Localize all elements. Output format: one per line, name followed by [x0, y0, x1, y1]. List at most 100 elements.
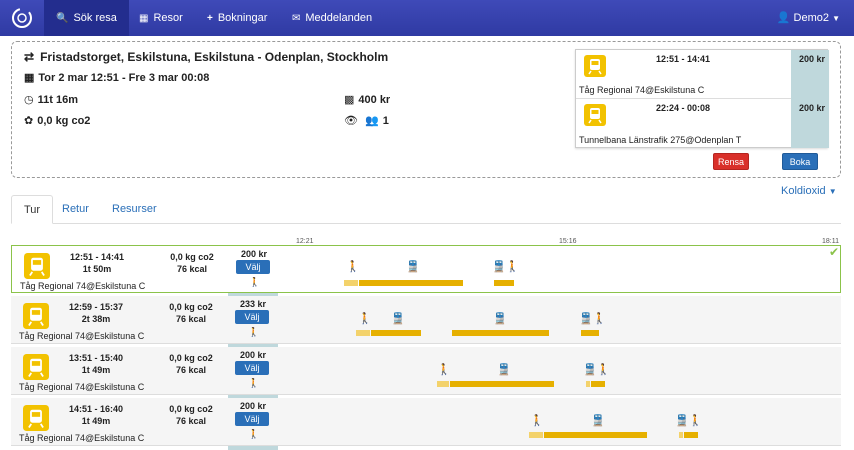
selected-leg[interactable]: 12:51 - 14:41 200 kr Tåg Regional 74@Esk… — [576, 50, 829, 99]
calendar-icon: ▦ — [139, 13, 149, 24]
walk-segment — [356, 330, 370, 336]
caret-down-icon: ▼ — [832, 14, 840, 23]
trip-kcal: 76 kcal — [176, 264, 208, 274]
walk-segment — [344, 280, 358, 286]
transit-segment — [494, 280, 514, 286]
trip-row[interactable]: 14:51 - 16:40 1t 49m 0,0 kg co2 76 kcal … — [11, 398, 841, 446]
train-walk-icon: 🚆🚶 — [492, 261, 520, 273]
money-icon: ▩ — [344, 94, 355, 106]
users-icon: 👥 — [365, 115, 379, 127]
train-icon — [23, 303, 49, 332]
trip-travellers: 👁 👥 1 — [344, 115, 389, 127]
trip-co2: 0,0 kg co2 — [169, 302, 213, 312]
nav-trips[interactable]: ▦ Resor — [127, 0, 195, 36]
train-icon — [584, 104, 606, 129]
trip-label: Tåg Regional 74@Eskilstuna C — [19, 433, 145, 443]
walk-icon: 🚶 — [346, 261, 360, 273]
trip-duration: 2t 38m — [81, 314, 111, 324]
search-icon: 🔍 — [56, 13, 69, 24]
trip-duration: 1t 50m — [82, 264, 112, 274]
tab-return[interactable]: Retur — [50, 195, 101, 224]
transit-segment — [371, 330, 421, 336]
trip-co2: 0,0 kg co2 — [169, 353, 213, 363]
walk-segment — [529, 432, 543, 438]
trip-row[interactable]: 12:51 - 14:41 1t 50m 0,0 kg co2 76 kcal … — [11, 245, 841, 293]
train-icon: 🚆 — [493, 313, 507, 325]
train-walk-icon: 🚆🚶 — [583, 364, 611, 376]
walk-icon: 🚶 — [358, 313, 372, 325]
transit-segment — [450, 381, 554, 387]
walk-icon: 🚶 — [248, 429, 260, 439]
timeline-tick: 12:21 — [296, 238, 314, 245]
app-logo-icon[interactable] — [10, 6, 34, 30]
walk-icon: 🚶 — [530, 415, 544, 427]
walk-segment — [586, 381, 590, 387]
trip-kcal: 76 kcal — [175, 416, 207, 426]
leg-time: 22:24 - 00:08 — [656, 103, 711, 113]
trip-label: Tåg Regional 74@Eskilstuna C — [19, 331, 145, 341]
choose-button[interactable]: Välj — [235, 412, 269, 426]
train-icon: 🚆 — [497, 364, 511, 376]
route-title: ⇄ Fristadstorget, Eskilstuna, Eskilstuna … — [24, 50, 389, 64]
train-icon — [23, 405, 49, 434]
choose-button[interactable]: Välj — [235, 310, 269, 324]
trip-label: Tåg Regional 74@Eskilstuna C — [20, 281, 146, 291]
plus-icon: + — [207, 13, 213, 24]
trip-co2: 0,0 kg co2 — [170, 252, 214, 262]
trip-row[interactable]: 12:59 - 15:37 2t 38m 0,0 kg co2 76 kcal … — [11, 296, 841, 344]
leg-label: Tåg Regional 74@Eskilstuna C — [579, 85, 705, 95]
user-icon: 👤 — [776, 12, 791, 24]
calendar-icon: ▦ — [24, 72, 35, 84]
user-menu[interactable]: 👤 Demo2 ▼ — [777, 0, 840, 36]
tab-resources[interactable]: Resurser — [100, 195, 169, 224]
trip-price: 200 kr — [239, 350, 267, 360]
choose-button[interactable]: Välj — [236, 260, 270, 274]
leg-label: Tunnelbana Länstrafik 275@Odenplan T — [579, 135, 742, 145]
trip-dates: ▦ Tor 2 mar 12:51 - Fre 3 mar 00:08 — [24, 72, 210, 84]
train-icon: 🚆 — [406, 261, 420, 273]
clear-button[interactable]: Rensa — [713, 153, 749, 170]
transit-segment — [591, 381, 605, 387]
trip-time: 12:51 - 14:41 — [69, 252, 125, 262]
leg-time: 12:51 - 14:41 — [656, 54, 711, 64]
trip-duration: 1t 49m — [81, 416, 111, 426]
timeline-tick: 15:16 — [559, 238, 577, 245]
trip-kcal: 76 kcal — [175, 314, 207, 324]
trip-time: 12:59 - 15:37 — [68, 302, 124, 312]
trip-row[interactable]: 13:51 - 15:40 1t 49m 0,0 kg co2 76 kcal … — [11, 347, 841, 395]
walk-icon: 🚶 — [249, 277, 261, 287]
walk-icon: 🚶 — [437, 364, 451, 376]
nav-bookings[interactable]: + Bokningar — [195, 0, 279, 36]
trip-label: Tåg Regional 74@Eskilstuna C — [19, 382, 145, 392]
top-navbar: 🔍 Sök resa ▦ Resor + Bokningar ✉ Meddelanden… — [0, 0, 854, 36]
transit-segment — [359, 280, 463, 286]
train-icon — [584, 55, 606, 80]
train-icon: 🚆 — [391, 313, 405, 325]
tab-outbound[interactable]: Tur — [11, 195, 54, 224]
check-icon: ✔ — [829, 245, 840, 259]
train-walk-icon: 🚆🚶 — [579, 313, 607, 325]
trip-price: 200 kr — [240, 249, 268, 259]
trip-price: 233 kr — [239, 299, 267, 309]
trip-price: ▩ 400 kr — [344, 94, 391, 106]
train-icon — [24, 253, 50, 282]
timeline-tick: 18:11 — [822, 238, 839, 245]
selected-leg[interactable]: 22:24 - 00:08 200 kr Tunnelbana Länstraf… — [576, 99, 829, 148]
train-icon: 🚆 — [591, 415, 605, 427]
leg-price: 200 kr — [798, 54, 825, 64]
transit-segment — [581, 330, 599, 336]
leaf-icon: ✿ — [24, 115, 34, 127]
envelope-icon: ✉ — [292, 13, 301, 24]
trip-kcal: 76 kcal — [175, 365, 207, 375]
trip-time: 13:51 - 15:40 — [68, 353, 124, 363]
clock-icon: ◷ — [24, 94, 34, 106]
choose-button[interactable]: Välj — [235, 361, 269, 375]
trip-summary-card: ⇄ Fristadstorget, Eskilstuna, Eskilstuna … — [11, 41, 841, 178]
eye-icon: 👁 — [344, 115, 358, 127]
leg-price: 200 kr — [798, 103, 825, 113]
nav-messages[interactable]: ✉ Meddelanden — [280, 0, 384, 36]
book-button[interactable]: Boka — [782, 153, 818, 170]
trip-co2: 0,0 kg co2 — [169, 404, 213, 414]
nav-search-trip[interactable]: 🔍 Sök resa — [44, 0, 129, 36]
walk-segment — [679, 432, 683, 438]
